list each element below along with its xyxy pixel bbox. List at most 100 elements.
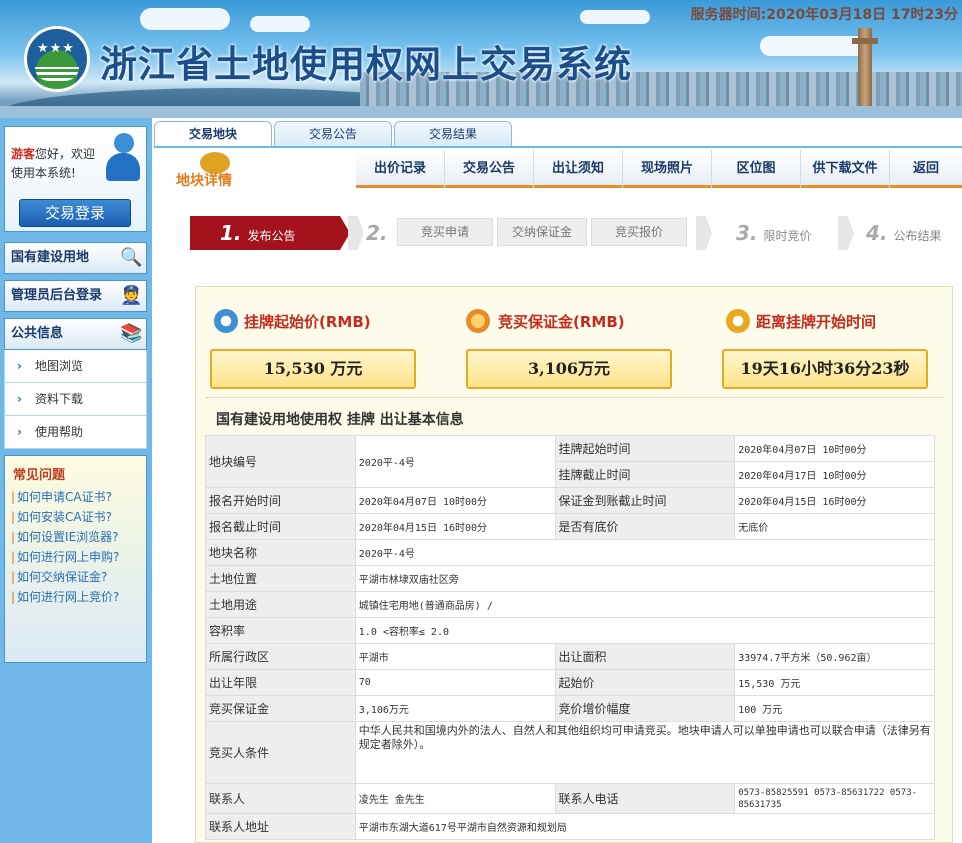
divider bbox=[206, 397, 944, 398]
subtab-notice[interactable]: 出让须知 bbox=[534, 150, 623, 188]
guest-label: 游客 bbox=[11, 147, 36, 161]
step-label: 公布结果 bbox=[893, 229, 942, 243]
label-location: 土地位置 bbox=[205, 565, 356, 592]
start-price-value: 15,530 万元 bbox=[210, 349, 416, 389]
step-pay-deposit: 交纳保证金 bbox=[497, 218, 587, 246]
label-list-start: 挂牌起始时间 bbox=[554, 435, 736, 462]
tab-divider bbox=[154, 146, 962, 148]
header-banner: ★★★ 浙江省土地使用权网上交易系统 服务器时间:2020年03月18日 17时… bbox=[0, 0, 962, 118]
plot-detail-panel: 挂牌起始价(RMB) 竞买保证金(RMB) 距离挂牌开始时间 15,530 万元… bbox=[195, 286, 953, 843]
info-table: 地块编号 2020平-4号 挂牌起始时间 2020年04月07日 10时00分 … bbox=[205, 435, 936, 840]
login-button[interactable]: 交易登录 bbox=[19, 199, 131, 227]
value-address: 平湖市东湖大道617号平湖市自然资源和规划局 bbox=[354, 813, 936, 840]
label-apply-start: 报名开始时间 bbox=[205, 487, 356, 514]
subtab-site-photos[interactable]: 现场照片 bbox=[623, 150, 712, 188]
value-contact: 凌先生 金先生 bbox=[354, 783, 556, 814]
step-number: 2. bbox=[366, 221, 388, 245]
subtab-announcement[interactable]: 交易公告 bbox=[445, 150, 534, 188]
value-deposit: 3,106万元 bbox=[354, 695, 556, 722]
subtab-bid-records[interactable]: 出价记录 bbox=[356, 150, 445, 188]
lake bbox=[0, 106, 962, 118]
sidebar-item-downloads[interactable]: 资料下载 bbox=[4, 383, 147, 416]
faq-box: 常见问题 如何申请CA证书? 如何安装CA证书? 如何设置IE浏览器? 如何进行… bbox=[4, 455, 147, 663]
value-bidder-conditions: 中华人民共和国境内外的法人、自然人和其他组织均可申请竞买。地块申请人可以单独申请… bbox=[354, 721, 936, 784]
step-number: 4. bbox=[866, 221, 888, 245]
value-area: 33974.7平方米（50.962亩） bbox=[734, 643, 935, 670]
site-logo: ★★★ bbox=[24, 26, 90, 92]
tab-trade-results[interactable]: 交易结果 bbox=[394, 121, 512, 147]
value-far: 1.0 <容积率≤ 2.0 bbox=[354, 617, 936, 644]
faq-link[interactable]: 如何进行网上申购? bbox=[11, 548, 119, 565]
value-usage: 城镇住宅用地(普通商品房) / bbox=[354, 591, 936, 618]
tab-trade-announcements[interactable]: 交易公告 bbox=[274, 121, 392, 147]
pagoda-tower bbox=[852, 28, 878, 106]
label-area: 出让面积 bbox=[554, 643, 736, 670]
step-2: 2. bbox=[366, 216, 394, 250]
plot-detail-label: 地块详情 bbox=[170, 152, 240, 190]
welcome-box: 游客您好，欢迎使用本系统! 交易登录 bbox=[4, 126, 147, 232]
label-usage: 土地用途 bbox=[205, 591, 356, 618]
label-deposit-deadline: 保证金到账截止时间 bbox=[554, 487, 736, 514]
process-steps: 1. 发布公告 2. 竞买申请 交纳保证金 竞买报价 3. 限时竞价 4. 公布结果 bbox=[190, 216, 962, 252]
faq-link[interactable]: 如何申请CA证书? bbox=[11, 488, 112, 505]
value-term: 70 bbox=[354, 669, 556, 696]
admin-icon: 👮 bbox=[120, 285, 143, 306]
step-number: 1. bbox=[220, 221, 242, 245]
sidebar-item-help[interactable]: 使用帮助 bbox=[4, 416, 147, 449]
value-phone: 0573-85825591 0573-85631722 0573-8563173… bbox=[734, 783, 935, 814]
left-sidebar: 游客您好，欢迎使用本系统! 交易登录 国有建设用地 🔍 管理员后台登录 👮 公共… bbox=[0, 118, 152, 843]
step-arrow bbox=[348, 216, 364, 250]
tab-trade-plots[interactable]: 交易地块 bbox=[154, 121, 272, 147]
magnifier-icon: 🔍 bbox=[120, 247, 143, 268]
subtab-location-map[interactable]: 区位图 bbox=[712, 150, 801, 188]
cloud bbox=[580, 10, 650, 24]
label-address: 联系人地址 bbox=[205, 813, 356, 840]
faq-link[interactable]: 如何安装CA证书? bbox=[11, 508, 112, 525]
cloud bbox=[250, 16, 310, 32]
label-district: 所属行政区 bbox=[205, 643, 356, 670]
info-heading: 国有建设用地使用权 挂牌 出让基本信息 bbox=[216, 412, 464, 428]
label-list-end: 挂牌截止时间 bbox=[554, 461, 736, 488]
label-bidder-conditions: 竞买人条件 bbox=[205, 721, 356, 784]
label-reserve-price: 是否有底价 bbox=[554, 513, 736, 540]
countdown-value: 19天16小时36分23秒 bbox=[722, 349, 928, 389]
detail-subtabs: 出价记录 交易公告 出让须知 现场照片 区位图 供下载文件 返回 bbox=[356, 150, 962, 188]
subtab-back[interactable]: 返回 bbox=[890, 150, 962, 188]
step-number: 3. bbox=[736, 221, 758, 245]
faq-link[interactable]: 如何设置IE浏览器? bbox=[11, 528, 119, 545]
step-publish-result: 4. 公布结果 bbox=[866, 216, 942, 250]
sidebar-item-map[interactable]: 地图浏览 bbox=[4, 350, 147, 383]
label-apply-end: 报名截止时间 bbox=[205, 513, 356, 540]
books-icon: 📚 bbox=[120, 323, 143, 344]
step-bid-quote: 竞买报价 bbox=[591, 218, 687, 246]
plot-detail-text: 地块详情 bbox=[176, 173, 232, 189]
value-plot-no: 2020平-4号 bbox=[354, 435, 556, 488]
value-district: 平湖市 bbox=[354, 643, 556, 670]
site-title: 浙江省土地使用权网上交易系统 bbox=[100, 42, 632, 86]
cloud bbox=[140, 8, 230, 30]
sidebar-section-public-info[interactable]: 公共信息 📚 bbox=[4, 318, 147, 350]
step-bid-apply: 竞买申请 bbox=[397, 218, 493, 246]
step-timed-bid: 3. 限时竞价 bbox=[736, 216, 812, 250]
value-plot-name: 2020平-4号 bbox=[354, 539, 936, 566]
label-plot-no: 地块编号 bbox=[205, 435, 356, 488]
server-time: 服务器时间:2020年03月18日 17时23分 bbox=[690, 7, 958, 23]
sidebar-section-admin-login[interactable]: 管理员后台登录 👮 bbox=[4, 280, 147, 312]
sidebar-section-gov-land[interactable]: 国有建设用地 🔍 bbox=[4, 242, 147, 274]
label-start-price: 起始价 bbox=[554, 669, 736, 696]
deposit-value: 3,106万元 bbox=[466, 349, 672, 389]
start-price-title: 挂牌起始价(RMB) bbox=[244, 313, 371, 331]
value-list-start: 2020年04月07日 10时00分 bbox=[734, 435, 935, 462]
faq-link[interactable]: 如何交纳保证金? bbox=[11, 568, 107, 585]
label-increment: 竞价增价幅度 bbox=[554, 695, 736, 722]
value-apply-end: 2020年04月15日 16时00分 bbox=[354, 513, 556, 540]
label-phone: 联系人电话 bbox=[554, 783, 736, 814]
faq-title: 常见问题 bbox=[13, 468, 66, 483]
countdown-title: 距离挂牌开始时间 bbox=[756, 313, 877, 331]
clock-icon bbox=[214, 309, 238, 333]
value-deposit-deadline: 2020年04月15日 16时00分 bbox=[734, 487, 935, 514]
value-increment: 100 万元 bbox=[734, 695, 935, 722]
faq-link[interactable]: 如何进行网上竞价? bbox=[11, 588, 119, 605]
value-start-price: 15,530 万元 bbox=[734, 669, 935, 696]
subtab-downloads[interactable]: 供下载文件 bbox=[801, 150, 890, 188]
